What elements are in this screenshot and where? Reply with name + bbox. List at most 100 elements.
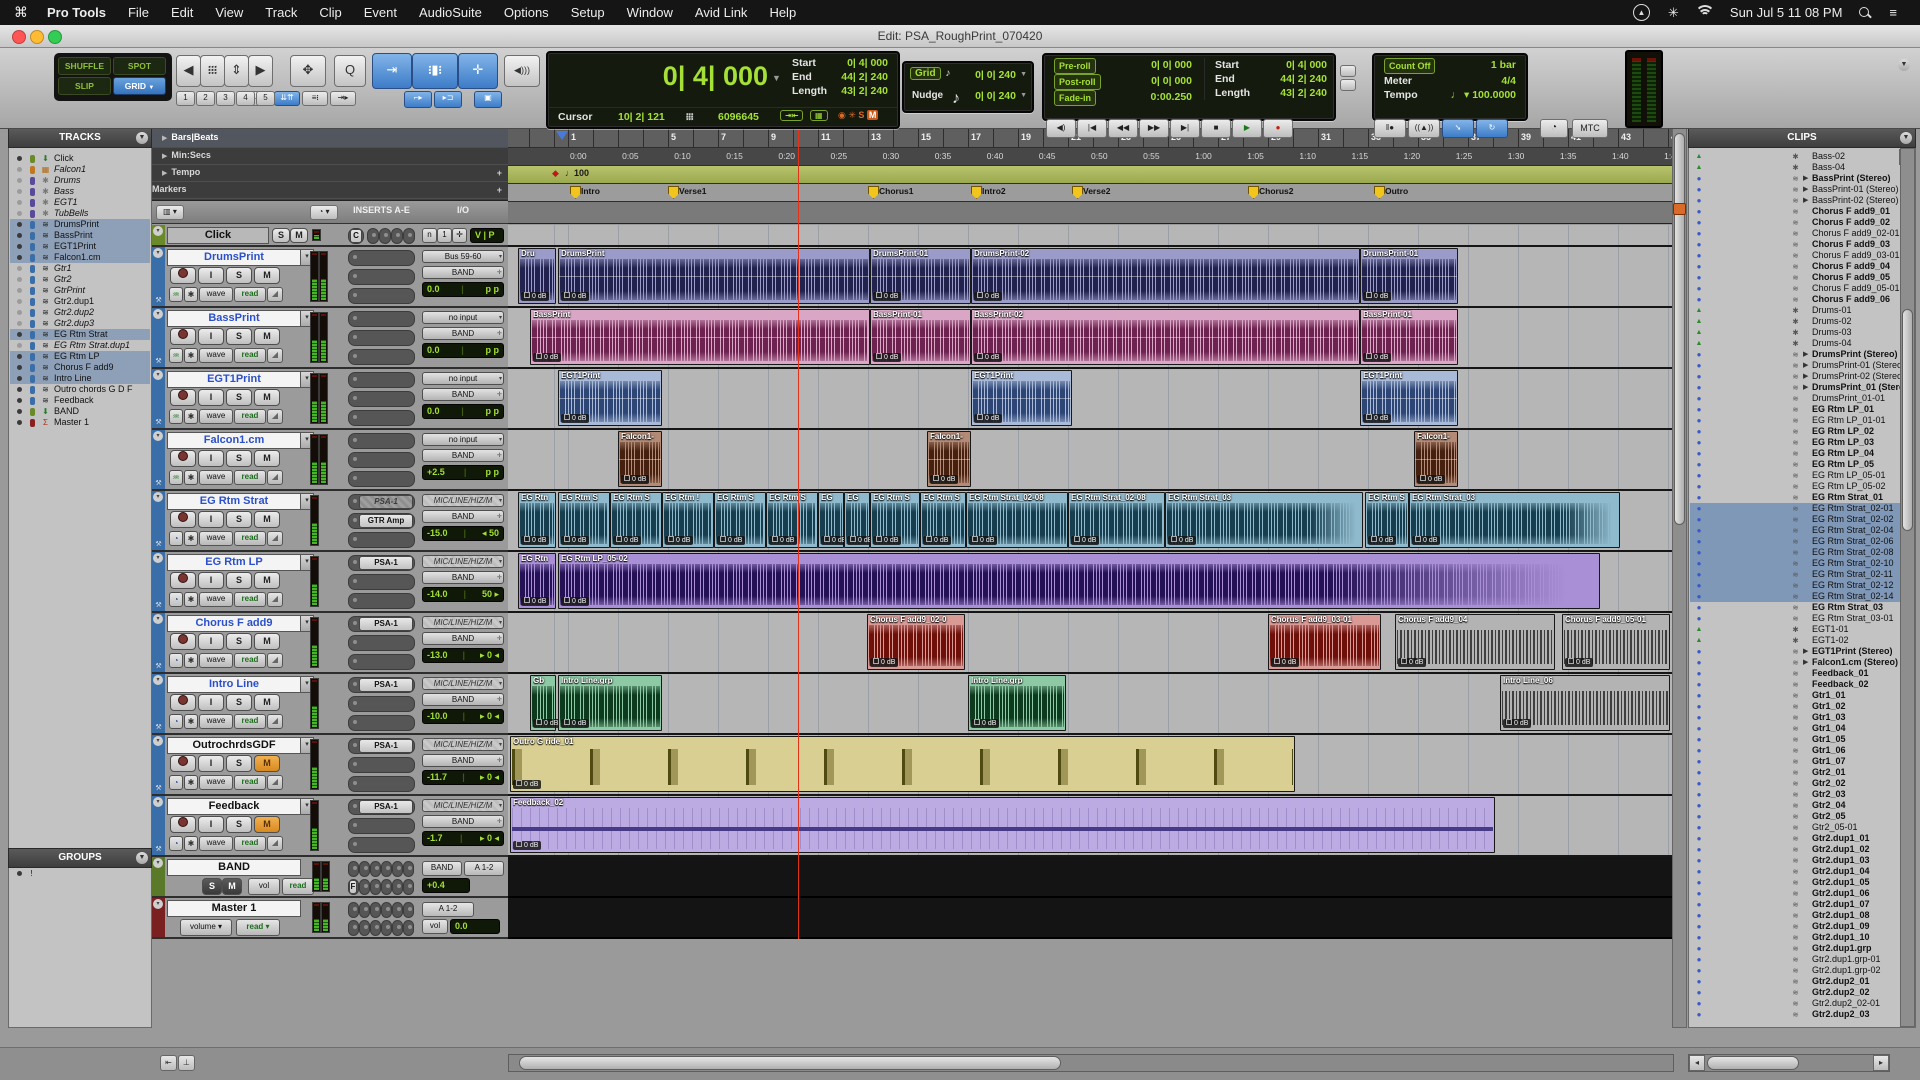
sidebar-track-tubbells[interactable]: ✱TubBells (10, 208, 150, 219)
clips-list-item[interactable]: ●≋Gtr2.dup1_05 (1690, 877, 1902, 888)
marker-flag-icon[interactable] (971, 186, 982, 199)
sidebar-track-feedback[interactable]: ≋Feedback (10, 395, 150, 406)
track-name[interactable]: Master 1 (167, 900, 301, 917)
clips-list-item[interactable]: ●≋Chorus F add9_02 (1690, 217, 1902, 228)
output-row[interactable]: BAND✛ (422, 571, 504, 584)
menu-item-window[interactable]: Window (616, 5, 684, 20)
clips-list-item[interactable]: ●≋EG Rtm LP_01 (1690, 404, 1902, 415)
clips-list-item[interactable]: ●≋Gtr1_02 (1690, 701, 1902, 712)
lane-master-1[interactable] (508, 898, 1672, 939)
clips-list-item[interactable]: ●≋▶DrumsPrint (Stereo) (1690, 349, 1902, 360)
automation-mode-button[interactable]: read ▾ (236, 919, 280, 936)
output-selector[interactable]: BAND (422, 693, 504, 706)
insert-slot[interactable]: C (348, 228, 364, 244)
clip-gain-badge[interactable]: 0 dB (1363, 292, 1391, 301)
transport-stop[interactable]: ■ (1201, 119, 1231, 138)
waveform-zoom-icon[interactable]: ᎒᎒᎒ (200, 55, 225, 87)
clip-gain-badge[interactable]: 0 dB (769, 536, 797, 545)
volume-label[interactable]: vol (422, 919, 448, 934)
output-row[interactable]: BAND✛ (422, 449, 504, 462)
insert-slot[interactable]: GTR Amp (348, 513, 415, 529)
grid-icon[interactable]: ▦ (810, 110, 828, 121)
wrench-icon[interactable]: ⚒ (153, 479, 164, 487)
insert-plugin-psa-1[interactable]: PSA-1 (359, 617, 413, 631)
output-row[interactable]: BAND✛ (422, 266, 504, 279)
volume-pan-lcd[interactable]: 0.0|p p (422, 343, 504, 358)
sidebar-track-click[interactable]: ⬇Click (10, 153, 150, 164)
output-button[interactable]: A 1-2 (422, 902, 474, 917)
track-color-tab[interactable] (152, 898, 165, 937)
lcd-option-a[interactable] (1340, 65, 1356, 77)
edit-vertical-scrollbar[interactable] (1672, 128, 1687, 1028)
menu-item-track[interactable]: Track (254, 5, 308, 20)
freeze-icon[interactable]: ◢ (267, 592, 283, 607)
clips-list-item[interactable]: ●≋EG Rtm LP_01-01 (1690, 415, 1902, 426)
clips-list-item[interactable]: ●≋Gtr2.dup1_08 (1690, 910, 1902, 921)
clips-list-item[interactable]: ▲✱Drums-04 (1690, 338, 1902, 349)
clips-list-item[interactable]: ●≋▶BassPrint (Stereo) (1690, 173, 1902, 184)
track-name[interactable]: EG Rtm Strat▾ (167, 493, 301, 510)
clips-list-item[interactable]: ●≋EG Rtm Strat_02-12 (1690, 580, 1902, 591)
lane-intro-line[interactable]: Gb0 dBIntro Line.grp0 dBIntro Line.grp0 … (508, 674, 1672, 735)
automation-mode-button[interactable]: read (234, 836, 266, 851)
scroll-left-edge-icon[interactable]: ⇤ (160, 1055, 177, 1071)
clips-list-item[interactable]: ●≋▶DrumsPrint-01 (Stereo) (1690, 360, 1902, 371)
automation-mode-button[interactable]: read (234, 409, 266, 424)
insert-slot[interactable] (403, 228, 415, 244)
mute-button[interactable]: M (254, 389, 280, 406)
clips-list-item[interactable]: ●≋Gtr1_01 (1690, 690, 1902, 701)
record-arm-button[interactable] (170, 694, 196, 711)
marker-flag-icon[interactable] (1374, 186, 1385, 199)
insert-slot[interactable] (348, 532, 415, 548)
track-show-dot[interactable] (17, 222, 22, 227)
output-pan-icon[interactable]: ✛ (497, 696, 502, 703)
freeze-icon[interactable]: ◢ (267, 836, 283, 851)
sidebar-track-bassprint[interactable]: ≋BassPrint (10, 230, 150, 241)
grid-label[interactable]: Grid (910, 67, 941, 80)
clips-list-item[interactable]: ●≋Gtr1_06 (1690, 745, 1902, 756)
nudge-note-icon[interactable]: ♪ (952, 90, 960, 108)
mute-button[interactable]: M (254, 572, 280, 589)
solo-button[interactable]: S (226, 389, 252, 406)
input-selector[interactable]: MIC/LINE/HIZ/M (422, 494, 504, 507)
insert-slot[interactable] (381, 861, 392, 877)
insert-slot[interactable] (370, 920, 381, 936)
timebase-icon[interactable]: ◔ (169, 775, 183, 790)
ruler-expand-icon[interactable]: ▶ (162, 153, 167, 160)
mute-button[interactable]: M (254, 267, 280, 284)
input-monitor-button[interactable]: I (198, 389, 224, 406)
clips-list-item[interactable]: ●≋Gtr2_05 (1690, 811, 1902, 822)
clip-gain-badge[interactable]: 0 dB (1503, 719, 1531, 728)
clip-gain-badge[interactable]: 0 dB (1071, 536, 1099, 545)
output-selector[interactable]: BAND (422, 510, 504, 523)
insert-slot[interactable] (348, 311, 415, 327)
output-selector[interactable]: BAND (422, 754, 504, 767)
wrench-icon[interactable]: ⚒ (153, 784, 164, 792)
freeze-icon[interactable]: ◢ (267, 287, 283, 302)
marker-label[interactable]: Verse1 (679, 186, 706, 196)
clip-disclosure-icon[interactable]: ▶ (1803, 646, 1808, 657)
track-name[interactable]: Falcon1.cm▾ (167, 432, 301, 449)
clips-list-item[interactable]: ●≋Feedback_01 (1690, 668, 1902, 679)
clip-gb[interactable]: Gb0 dB (530, 675, 556, 731)
mute-button[interactable]: M (254, 633, 280, 650)
clip-gain-badge[interactable]: 0 dB (521, 292, 549, 301)
counter-dropdown-icon[interactable]: ▼ (772, 73, 781, 83)
record-arm-button[interactable] (170, 755, 196, 772)
output-row[interactable]: BAND✛ (422, 510, 504, 523)
midi-merge-button[interactable]: ➘ (1442, 119, 1474, 138)
input-selector[interactable]: MIC/LINE/HIZ/M (422, 677, 504, 690)
clips-vertical-scrollbar[interactable] (1900, 148, 1915, 1027)
clips-list-item[interactable]: ▲✱Drums-01 (1690, 305, 1902, 316)
sidebar-track-egt1print[interactable]: ≋EGT1Print (10, 241, 150, 252)
clips-list-item[interactable]: ▲✱Bass-04 (1690, 162, 1902, 173)
clip-disclosure-icon[interactable]: ▶ (1803, 360, 1808, 371)
input-selector[interactable]: MIC/LINE/HIZ/M (422, 738, 504, 751)
smart-tool-separator[interactable]: ✥ (290, 55, 326, 87)
markers-ruler[interactable]: IntroVerse1Chorus1Intro2Verse2Chorus2Out… (508, 184, 1672, 202)
lane-eg-rtm-strat[interactable]: EG Rtn0 dBEG Rtm S0 dBEG Rtm S0 dBEG Rtm… (508, 491, 1672, 552)
tempo-block-label[interactable]: Tempo (1384, 88, 1418, 102)
freeze-icon[interactable]: ◢ (267, 409, 283, 424)
input-monitor-button[interactable]: I (198, 694, 224, 711)
track-view-icon[interactable]: ▥ ▾ (156, 205, 184, 220)
